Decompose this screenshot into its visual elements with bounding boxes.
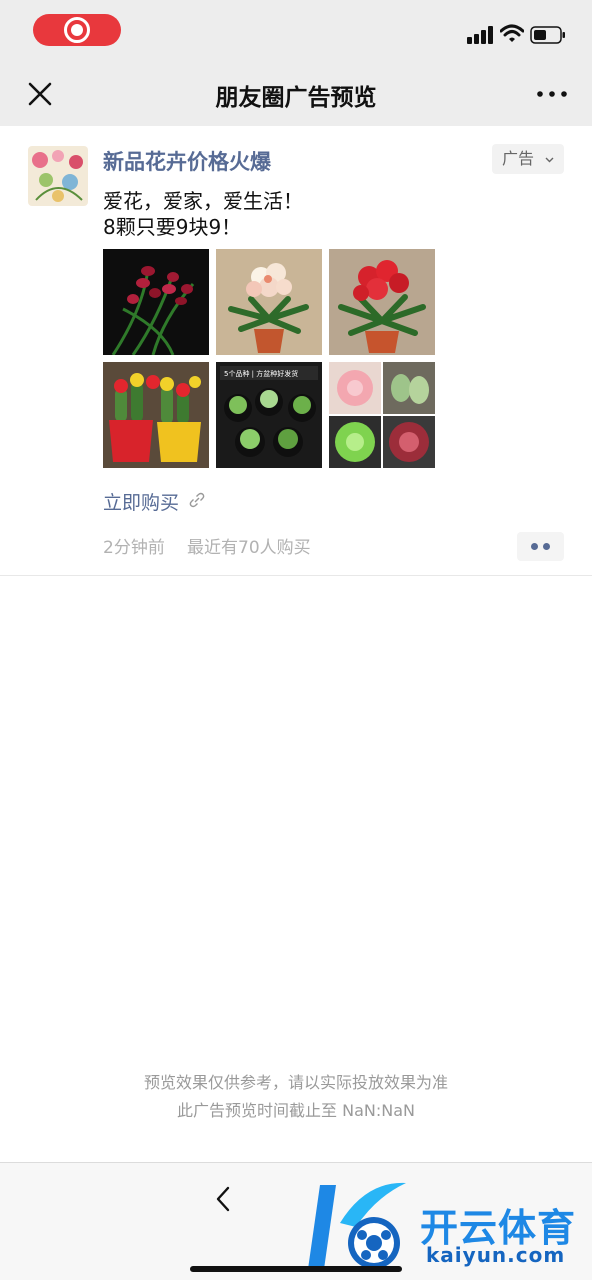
advertiser-name[interactable]: 新品花卉价格火爆 bbox=[103, 146, 271, 176]
watermark-logo: 开云体育 kaiyun.com bbox=[306, 1177, 586, 1277]
ad-text-line-2: 8颗只要9块9！ bbox=[103, 215, 242, 239]
ad-post: 新品花卉价格火爆 广告 爱花，爱家，爱生活！ 8颗只要9块9！ 5个品种 | 方… bbox=[0, 126, 592, 576]
watermark-text-en: kaiyun.com bbox=[426, 1243, 566, 1267]
record-dot-icon bbox=[71, 24, 83, 36]
white-clivia-photo-icon bbox=[216, 249, 322, 355]
recent-buyers-count: 最近有70人购买 bbox=[187, 538, 311, 558]
more-options-icon[interactable] bbox=[532, 84, 572, 104]
screen-record-indicator[interactable] bbox=[33, 14, 121, 46]
advertiser-avatar[interactable] bbox=[28, 146, 88, 206]
ad-image-2[interactable] bbox=[216, 249, 322, 355]
link-icon bbox=[189, 492, 205, 508]
ad-image-6[interactable] bbox=[329, 362, 435, 468]
wifi-icon bbox=[500, 24, 524, 42]
bottom-toolbar: 开云体育 kaiyun.com bbox=[0, 1162, 592, 1280]
succulent-tray-photo-icon: 5个品种 | 方盆种好发货 bbox=[216, 362, 322, 468]
cactus-pots-photo-icon bbox=[103, 362, 209, 468]
cellular-signal-icon bbox=[467, 26, 493, 44]
red-orchid-photo-icon bbox=[103, 249, 209, 355]
preview-expiry: 此广告预览时间截止至 NaN:NaN bbox=[177, 1101, 415, 1120]
preview-disclaimer: 预览效果仅供参考，请以实际投放效果为准 bbox=[143, 1073, 448, 1092]
status-bar bbox=[0, 0, 592, 60]
kaiyun-logo-icon bbox=[308, 1182, 406, 1269]
ad-text-line-1: 爱花，爱家，爱生活！ bbox=[103, 189, 303, 213]
ad-image-5[interactable]: 5个品种 | 方盆种好发货 bbox=[216, 362, 322, 468]
succulent-collage-photo-icon bbox=[329, 362, 435, 468]
page-title: 朋友圈广告预览 bbox=[215, 85, 377, 111]
tray-caption: 5个品种 | 方盆种好发货 bbox=[224, 369, 298, 378]
ad-tag-dropdown[interactable]: 广告 bbox=[492, 144, 564, 174]
ad-image-3[interactable] bbox=[329, 249, 435, 355]
buy-now-link[interactable]: 立即购买 bbox=[103, 488, 179, 515]
post-time: 2分钟前 bbox=[103, 538, 165, 558]
battery-icon bbox=[530, 26, 565, 44]
dot-icon bbox=[543, 543, 550, 550]
flower-avatar-icon bbox=[28, 146, 88, 206]
dot-icon bbox=[531, 543, 538, 550]
ad-image-4[interactable] bbox=[103, 362, 209, 468]
home-indicator[interactable] bbox=[190, 1266, 402, 1272]
red-clivia-photo-icon bbox=[329, 249, 435, 355]
back-arrow-icon[interactable] bbox=[210, 1185, 238, 1213]
comment-action-button[interactable] bbox=[517, 532, 564, 561]
image-grid: 5个品种 | 方盆种好发货 bbox=[103, 249, 435, 468]
ad-tag-label: 广告 bbox=[502, 149, 535, 168]
ad-image-1[interactable] bbox=[103, 249, 209, 355]
chevron-down-icon bbox=[545, 157, 554, 163]
nav-bar: 朋友圈广告预览 bbox=[0, 60, 592, 126]
